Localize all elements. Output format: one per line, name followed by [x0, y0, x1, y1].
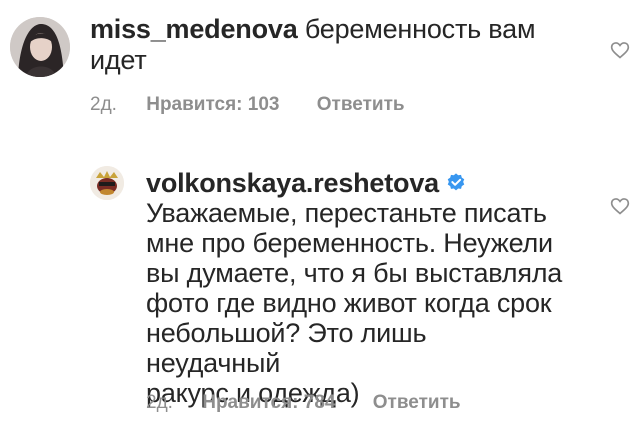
- comment: volkonskaya.reshetova Уважаемые, переста…: [0, 152, 640, 429]
- comment-text-line: вы думаете, что я бы выставляла: [146, 258, 563, 288]
- reply-button[interactable]: Ответить: [373, 392, 461, 414]
- comment: miss_medenova беременность вам идет 2д. …: [0, 0, 640, 130]
- avatar-photo-icon: [10, 17, 70, 77]
- comment-meta: 2д. Нравится: 784 Ответить: [146, 392, 461, 414]
- comments-list: miss_medenova беременность вам идет 2д. …: [0, 0, 640, 429]
- comment-text-line: беременность вам: [304, 14, 536, 44]
- comment-likes[interactable]: Нравится: 784: [202, 392, 335, 414]
- comment-time: 2д.: [146, 392, 173, 413]
- comment-text: miss_medenova беременность вам идет: [90, 14, 600, 76]
- comment-body: volkonskaya.reshetova Уважаемые, переста…: [146, 168, 566, 408]
- comment-text-line: фото где видно живот когда срок: [146, 288, 552, 318]
- comment-body: miss_medenova беременность вам идет: [90, 14, 600, 76]
- comment-text-line: идет: [90, 45, 147, 75]
- comment-time: 2д.: [90, 94, 117, 115]
- comment-username[interactable]: miss_medenova: [90, 14, 298, 44]
- heart-outline-icon[interactable]: [610, 40, 630, 60]
- comment-text: volkonskaya.reshetova Уважаемые, переста…: [146, 168, 566, 408]
- heart-outline-icon[interactable]: [610, 196, 630, 216]
- comment-username[interactable]: volkonskaya.reshetova: [146, 168, 439, 198]
- comment-text-line: Уважаемые, перестаньте писать: [146, 198, 547, 228]
- comment-likes[interactable]: Нравится: 103: [146, 94, 279, 116]
- user-avatar[interactable]: [90, 166, 124, 200]
- comment-meta: 2д. Нравится: 103 Ответить: [90, 94, 405, 116]
- reply-button[interactable]: Ответить: [317, 94, 405, 116]
- user-avatar[interactable]: [10, 17, 70, 77]
- verified-badge-icon: [447, 173, 465, 191]
- comment-text-line: мне про беременность. Неужели: [146, 228, 553, 258]
- avatar-photo-icon: [90, 166, 124, 200]
- comment-text-line: небольшой? Это лишь неудачный: [146, 318, 427, 378]
